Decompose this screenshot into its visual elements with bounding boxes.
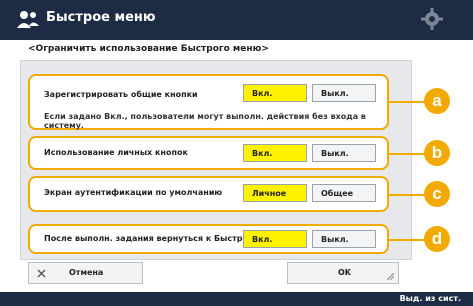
gear-icon[interactable] (421, 8, 443, 30)
setting-group-return-to-quick-menu: После выполн. задания вернуться к Быстро… (28, 224, 389, 254)
callout-leader-a (389, 101, 425, 103)
register-shared-on-button[interactable]: Вкл. (243, 84, 307, 102)
personal-buttons-off-button[interactable]: Выкл. (312, 144, 376, 162)
return-quick-menu-on-button[interactable]: Вкл. (243, 230, 307, 248)
setting-group-register-shared-buttons: Зарегистрировать общие кнопки Вкл. Выкл.… (28, 74, 389, 130)
callout-b: b (424, 140, 450, 166)
ok-button[interactable]: OK (287, 262, 399, 284)
close-icon (37, 269, 46, 278)
cancel-button[interactable]: Отмена (28, 262, 143, 284)
register-shared-off-button[interactable]: Выкл. (312, 84, 376, 102)
cancel-label: Отмена (69, 268, 104, 277)
setting-group-personal-buttons: Использование личных кнопок Вкл. Выкл. (28, 136, 389, 170)
setting-label: Экран аутентификации по умолчанию (44, 188, 223, 197)
callout-leader-b (389, 153, 425, 155)
page-title: Быстрое меню (46, 10, 156, 25)
return-quick-menu-off-button[interactable]: Выкл. (312, 230, 376, 248)
callout-c: c (424, 181, 450, 207)
ok-label: OK (338, 268, 351, 277)
callout-leader-c (389, 194, 425, 196)
personal-buttons-on-button[interactable]: Вкл. (243, 144, 307, 162)
logout-link[interactable]: Выд. из сист. (400, 294, 461, 303)
auth-personal-button[interactable]: Личное (243, 184, 307, 202)
callout-a: a (424, 88, 450, 114)
setting-label: Зарегистрировать общие кнопки (44, 90, 198, 99)
callout-d: d (424, 226, 450, 252)
resize-corner-icon (387, 273, 394, 280)
users-icon (17, 11, 39, 28)
setting-group-default-auth-screen: Экран аутентификации по умолчанию Личное… (28, 176, 389, 212)
status-bar: Выд. из сист. (0, 292, 473, 306)
setting-note: Если задано Вкл., пользователи могут вып… (44, 112, 366, 130)
title-bar: Быстрое меню (0, 0, 473, 40)
section-subtitle: <Ограничить использование Быстрого меню> (28, 44, 269, 54)
callout-leader-d (389, 239, 425, 241)
setting-label: Использование личных кнопок (44, 148, 188, 157)
auth-shared-button[interactable]: Общее (312, 184, 376, 202)
